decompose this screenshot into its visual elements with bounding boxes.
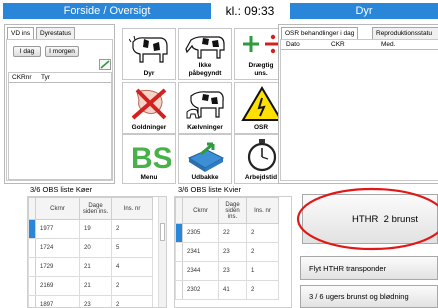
tab-reproduktionsstatus[interactable]: Reproduktionsstatu xyxy=(372,27,438,39)
tile-label: Dyr xyxy=(143,70,155,77)
table-row[interactable]: 1977 19 2 xyxy=(28,219,153,239)
tile-goldninger[interactable]: Goldninger xyxy=(122,82,176,134)
col-med: Med. xyxy=(381,41,396,48)
tile-label: Goldninger xyxy=(131,124,167,131)
outbox-icon xyxy=(187,142,225,172)
col-ins-nr: Ins. nr xyxy=(246,197,279,224)
right-title: Dyr xyxy=(355,5,373,17)
animal-list-header: CKRnr Tyr xyxy=(9,73,111,83)
tomorrow-button[interactable]: I morgen xyxy=(45,46,79,57)
calving-icon xyxy=(186,91,224,119)
scrollbar-thumb[interactable] xyxy=(160,223,165,241)
obs-heifers-table-wrap: Ckrnr Dage siden ins. Ins. nr 2305 22 2 … xyxy=(174,196,292,308)
col-ckrnr: Ckrnr xyxy=(35,197,80,220)
plus-divide-icon xyxy=(243,34,281,54)
obs-cows-title: 3/6 OBS liste Køer xyxy=(30,185,93,194)
col-ckr: CKR xyxy=(331,41,345,48)
tile-label: Menu xyxy=(140,174,158,181)
clock: kl.: 09:33 xyxy=(225,4,275,18)
col-ckrnr: CKRnr xyxy=(12,74,32,81)
tile-label: Kælvninger xyxy=(187,124,223,131)
bs-logo-icon: BS xyxy=(131,142,171,172)
cow-grazing-icon xyxy=(185,36,225,59)
col-dage: Dage siden ins. xyxy=(79,197,112,220)
table-row[interactable]: 2305 22 2 xyxy=(175,223,279,243)
table-row[interactable]: 1897 23 2 xyxy=(28,295,153,307)
table-row[interactable]: 2344 23 1 xyxy=(175,261,279,281)
flyt-hthr-transponder-button[interactable]: Flyt HTHR transponder xyxy=(300,256,438,280)
tab-osr-behandlinger[interactable]: OSR behandlinger i dag xyxy=(281,27,359,39)
no-milk-icon xyxy=(131,88,167,120)
left-panel: VD ins Dyrestatus I dag I morgen CKRnr T… xyxy=(4,24,115,184)
obs-cows-table: Ckrnr Dage siden ins. Ins. nr 1977 19 2 … xyxy=(28,197,153,307)
osr-list-header: Dato CKR Med. xyxy=(281,40,438,50)
col-ckrnr: Ckrnr xyxy=(182,197,219,224)
right-title-bar: Dyr xyxy=(290,3,438,19)
tab-vd-ins[interactable]: VD ins xyxy=(7,27,35,39)
obs-cows-table-wrap: Ckrnr Dage siden ins. Ins. nr 1977 19 2 … xyxy=(27,196,167,308)
edit-icon[interactable] xyxy=(99,59,111,70)
right-panel: OSR behandlinger i dag Reproduktionsstat… xyxy=(278,24,438,184)
col-ins-nr: Ins. nr xyxy=(111,197,153,220)
stopwatch-icon xyxy=(247,139,277,172)
obs-heifers-table: Ckrnr Dage siden ins. Ins. nr 2305 22 2 … xyxy=(175,197,279,300)
col-dage: Dage siden ins. xyxy=(218,197,247,224)
table-row[interactable]: 2169 21 2 xyxy=(28,276,153,296)
animal-list[interactable]: CKRnr Tyr xyxy=(8,72,112,180)
today-button[interactable]: I dag xyxy=(13,46,41,57)
tile-ikke-paabegyndt[interactable]: Ikke påbegyndt xyxy=(178,28,232,80)
page-title: Forside / Oversigt xyxy=(63,5,151,17)
table-row[interactable]: 1729 21 4 xyxy=(28,257,153,277)
tile-label: Udbakke xyxy=(191,174,219,181)
tile-menu[interactable]: BS Menu xyxy=(122,134,176,184)
svg-text:BS: BS xyxy=(131,142,171,172)
scrollbar[interactable] xyxy=(158,197,166,307)
obs-heifers-title: 3/6 OBS liste Kvier xyxy=(178,185,241,194)
table-row[interactable]: 1724 20 5 xyxy=(28,238,153,258)
brunst-bloedning-button[interactable]: 3 / 6 ugers brunst og blødning xyxy=(300,285,438,308)
table-row[interactable]: 2302 41 2 xyxy=(175,280,279,300)
osr-list[interactable]: Dato CKR Med. xyxy=(280,39,438,181)
tile-label: Ikke påbegyndt xyxy=(188,62,222,77)
tab-dyrestatus[interactable]: Dyrestatus xyxy=(36,27,76,39)
tab-body: I dag I morgen CKRnr Tyr xyxy=(6,39,113,181)
warning-icon xyxy=(241,86,283,121)
table-row[interactable]: 2341 23 2 xyxy=(175,242,279,262)
tile-udbakke[interactable]: Udbakke xyxy=(178,134,232,184)
tile-kaelvninger[interactable]: Kælvninger xyxy=(178,82,232,134)
col-dato: Dato xyxy=(286,41,300,48)
highlight-ellipse xyxy=(296,187,438,251)
left-title-bar: Forside / Oversigt xyxy=(3,3,211,19)
col-tyr: Tyr xyxy=(41,74,51,81)
tile-dyr[interactable]: Dyr xyxy=(122,28,176,80)
cow-icon xyxy=(129,35,168,63)
